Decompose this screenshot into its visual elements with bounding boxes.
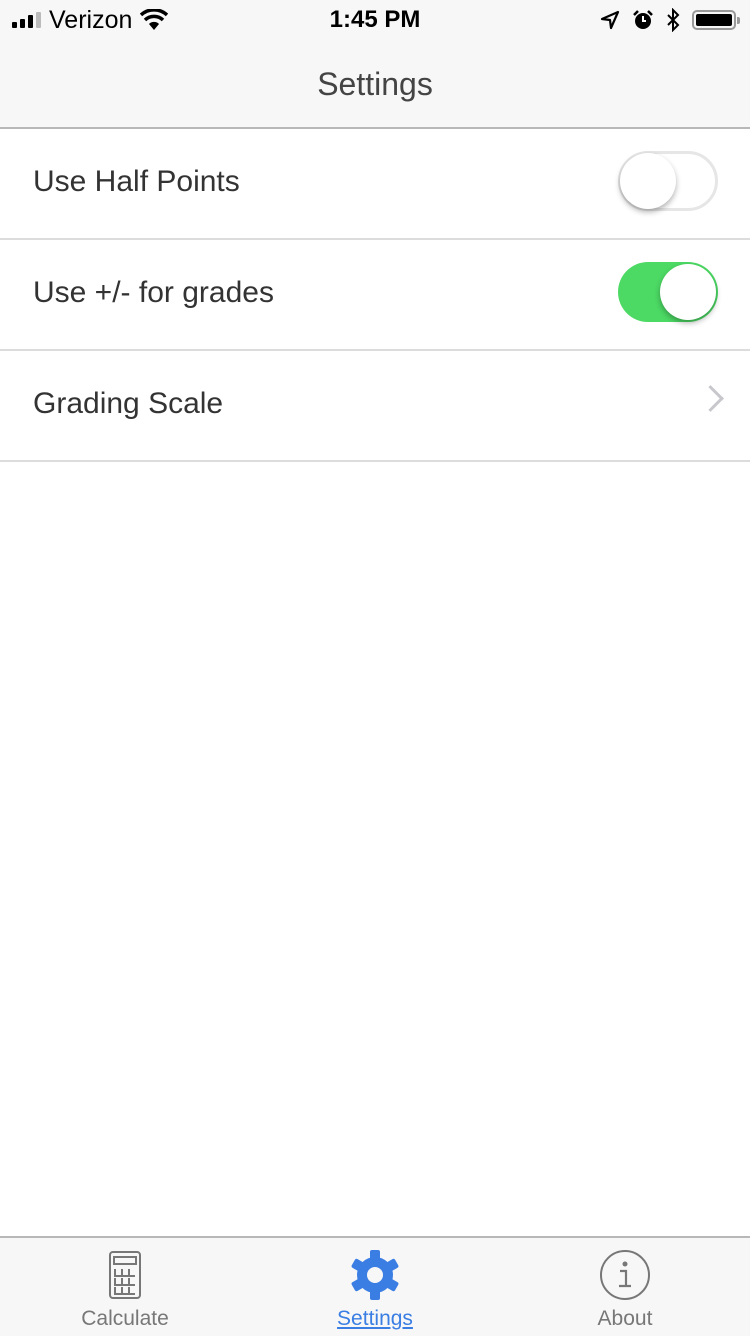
tab-about[interactable]: About (500, 1238, 750, 1336)
setting-label: Grading Scale (33, 387, 224, 420)
tab-label: Settings (337, 1307, 413, 1330)
gear-icon (351, 1250, 399, 1300)
setting-label: Use +/- for grades (33, 276, 274, 309)
toggle-knob (660, 264, 716, 320)
status-right (600, 6, 740, 34)
battery-icon (692, 10, 740, 30)
tab-calculate[interactable]: Calculate (0, 1238, 250, 1336)
setting-row-half-points: Use Half Points (0, 129, 750, 240)
tab-label: About (597, 1307, 653, 1330)
page-title: Settings (317, 66, 433, 102)
setting-label: Use Half Points (33, 165, 240, 198)
status-bar: Verizon 1:45 PM (0, 0, 750, 40)
setting-row-grading-scale[interactable]: Grading Scale (0, 351, 750, 462)
chevron-right-icon (697, 385, 724, 412)
bluetooth-icon (667, 8, 680, 32)
navigation-bar: Settings (0, 40, 750, 129)
alarm-icon (633, 10, 653, 29)
setting-row-plus-minus: Use +/- for grades (0, 240, 750, 351)
info-icon (600, 1250, 650, 1300)
plus-minus-toggle[interactable] (618, 262, 718, 322)
tab-settings[interactable]: Settings (250, 1238, 500, 1336)
calculator-icon (109, 1251, 141, 1299)
toggle-knob (620, 153, 676, 209)
tab-bar: Calculate Settings About (0, 1236, 750, 1336)
settings-list: Use Half Points Use +/- for grades Gradi… (0, 129, 750, 462)
tab-label: Calculate (81, 1307, 169, 1330)
half-points-toggle[interactable] (618, 151, 718, 211)
location-icon (600, 10, 620, 30)
